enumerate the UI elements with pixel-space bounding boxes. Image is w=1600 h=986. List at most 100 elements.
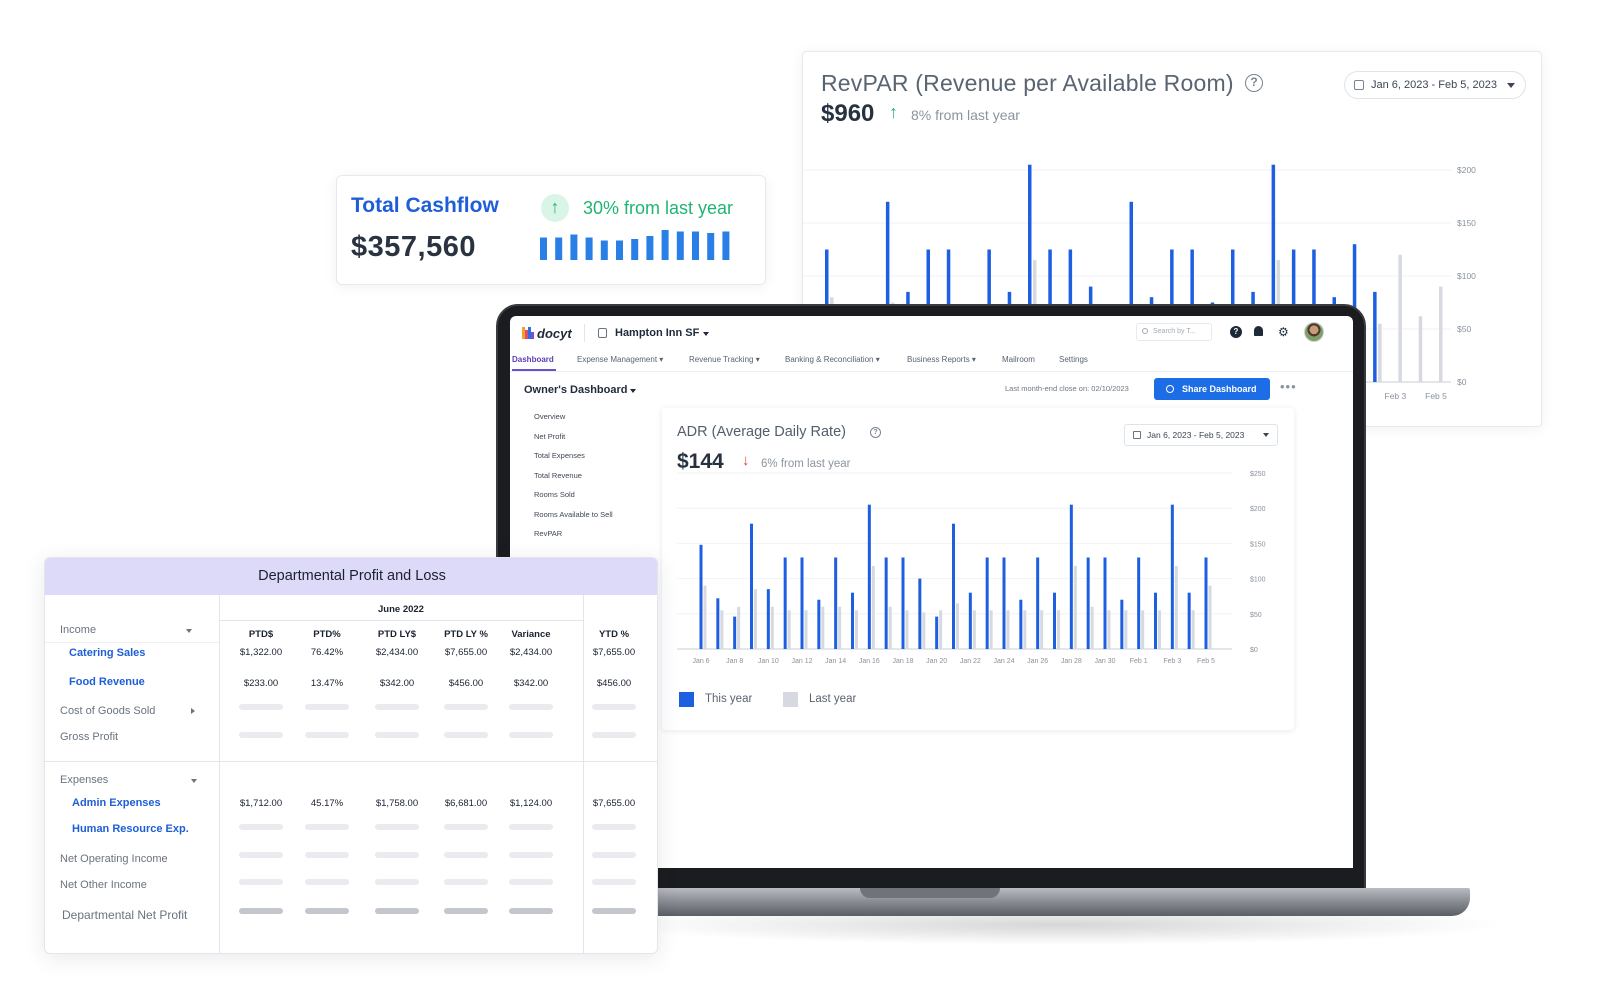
sidebar-item-net-profit[interactable]: Net Profit bbox=[534, 432, 565, 441]
revpar-value: $960 bbox=[821, 100, 875, 127]
pnl-placeholder-bar bbox=[592, 732, 636, 738]
pnl-cell-food-revenue: $342.00 bbox=[513, 678, 549, 689]
revpar-date-range-picker[interactable]: Jan 6, 2023 - Feb 5, 2023 bbox=[1344, 71, 1526, 99]
app-logo[interactable]: docyt bbox=[537, 326, 572, 341]
adr-bar-last-year bbox=[1023, 610, 1027, 649]
adr-bar-this-year bbox=[1053, 592, 1056, 649]
adr-x-tick: Jan 18 bbox=[892, 658, 913, 665]
adr-bar-this-year bbox=[1036, 557, 1040, 649]
adr-bar-last-year bbox=[770, 606, 774, 649]
chevron-down-icon[interactable] bbox=[191, 779, 197, 783]
adr-x-tick: Jan 22 bbox=[960, 658, 981, 665]
pnl-card: Departmental Profit and Loss June 2022 I… bbox=[44, 557, 658, 954]
nav-banking-reconciliation[interactable]: Banking & Reconciliation ▾ bbox=[785, 355, 880, 364]
revpar-y-tick: $50 bbox=[1457, 324, 1471, 334]
pnl-column-header[interactable]: PTD LY$ bbox=[362, 629, 432, 640]
adr-bar-last-year bbox=[804, 610, 808, 649]
sidebar-item-overview[interactable]: Overview bbox=[534, 412, 565, 421]
legend-swatch-this-year bbox=[679, 692, 694, 707]
cashflow-spark-bar bbox=[585, 237, 593, 260]
pnl-cell-food-revenue: $456.00 bbox=[448, 678, 484, 689]
calendar-icon bbox=[1354, 80, 1364, 90]
row-catering-sales[interactable]: Catering Sales bbox=[69, 647, 145, 659]
pnl-placeholder-bar bbox=[375, 879, 419, 885]
adr-bar-last-year bbox=[821, 606, 825, 649]
sidebar-item-revpar[interactable]: RevPAR bbox=[534, 529, 562, 538]
legend-this-year[interactable]: This year bbox=[705, 693, 752, 705]
adr-date-range-picker[interactable]: Jan 6, 2023 - Feb 5, 2023 bbox=[1124, 424, 1278, 446]
income-section-label[interactable]: Income bbox=[60, 624, 96, 636]
adr-date-range-label: Jan 6, 2023 - Feb 5, 2023 bbox=[1147, 430, 1245, 440]
adr-bar-this-year bbox=[834, 557, 838, 649]
adr-bar-this-year bbox=[783, 557, 787, 649]
cashflow-title: Total Cashflow bbox=[351, 194, 499, 217]
share-dashboard-button[interactable]: Share Dashboard bbox=[1154, 378, 1270, 400]
adr-x-tick: Jan 24 bbox=[993, 658, 1014, 665]
pnl-placeholder-bar bbox=[305, 732, 349, 738]
dashboard-selector[interactable]: Owner's Dashboard bbox=[524, 384, 627, 396]
revpar-bar-last-year bbox=[1418, 316, 1423, 382]
revpar-y-tick: $200 bbox=[1457, 165, 1476, 175]
adr-panel: ADR (Average Daily Rate) ? $144 ↓ 6% fro… bbox=[662, 408, 1294, 730]
pnl-placeholder-bar bbox=[444, 908, 488, 914]
avatar[interactable] bbox=[1304, 322, 1324, 342]
bell-icon[interactable] bbox=[1254, 326, 1263, 336]
nav-revenue-tracking[interactable]: Revenue Tracking ▾ bbox=[689, 355, 760, 364]
nav-mailroom[interactable]: Mailroom bbox=[1002, 355, 1035, 364]
sidebar-item-rooms-sold[interactable]: Rooms Sold bbox=[534, 490, 575, 499]
pnl-cell-catering-sales: $7,655.00 bbox=[592, 647, 636, 658]
pnl-column-header[interactable]: YTD % bbox=[579, 629, 649, 640]
pnl-column-header[interactable]: PTD LY % bbox=[431, 629, 501, 640]
adr-bar-last-year bbox=[855, 610, 858, 649]
chevron-down-icon[interactable] bbox=[186, 629, 192, 633]
row-food-revenue[interactable]: Food Revenue bbox=[69, 676, 145, 688]
gear-icon[interactable]: ⚙ bbox=[1278, 326, 1289, 338]
legend-last-year[interactable]: Last year bbox=[809, 693, 856, 705]
pnl-column-header[interactable]: PTD$ bbox=[226, 629, 296, 640]
pnl-column-header[interactable]: Variance bbox=[496, 629, 566, 640]
row-gross-profit: Gross Profit bbox=[60, 731, 119, 743]
adr-bar-this-year bbox=[1019, 599, 1023, 649]
adr-bar-this-year bbox=[985, 557, 989, 649]
revpar-bar-last-year bbox=[1439, 286, 1443, 382]
sidebar-item-rooms-available[interactable]: Rooms Available to Sell bbox=[534, 510, 613, 519]
pnl-column-header[interactable]: PTD% bbox=[292, 629, 362, 640]
pnl-cell-catering-sales: $2,434.00 bbox=[375, 647, 419, 658]
nav-business-reports[interactable]: Business Reports ▾ bbox=[907, 355, 976, 364]
business-selector[interactable]: Hampton Inn SF bbox=[615, 327, 699, 339]
pnl-placeholder-bar bbox=[375, 824, 419, 830]
help-icon[interactable]: ? bbox=[1245, 74, 1263, 92]
help-icon[interactable]: ? bbox=[1230, 326, 1242, 338]
adr-bar-this-year bbox=[867, 504, 871, 649]
sidebar-item-total-revenue[interactable]: Total Revenue bbox=[534, 471, 582, 480]
sidebar-item-total-expenses[interactable]: Total Expenses bbox=[534, 451, 585, 460]
search-input[interactable]: Search by T... bbox=[1136, 323, 1212, 341]
pnl-placeholder-bar bbox=[509, 732, 553, 738]
expenses-section-label[interactable]: Expenses bbox=[60, 774, 108, 786]
pnl-placeholder-bar bbox=[305, 824, 349, 830]
search-icon bbox=[1142, 328, 1148, 334]
nav-expense-management[interactable]: Expense Management ▾ bbox=[577, 355, 663, 364]
adr-bar-last-year bbox=[754, 589, 757, 649]
adr-chart: $250 $200 $150 $100 $50 $0 Jan 6 Jan 8 Jan 10 Jan… bbox=[677, 471, 1266, 665]
more-options-icon[interactable]: ••• bbox=[1280, 379, 1297, 394]
adr-bar-this-year bbox=[800, 557, 804, 649]
chevron-down-icon[interactable] bbox=[630, 389, 636, 393]
pnl-placeholder-bar bbox=[509, 879, 553, 885]
adr-bar-last-year bbox=[905, 610, 909, 649]
row-cost-of-goods-sold[interactable]: Cost of Goods Sold bbox=[60, 705, 155, 717]
chevron-right-icon[interactable] bbox=[191, 708, 195, 714]
row-human-resource[interactable]: Human Resource Exp. bbox=[72, 823, 189, 835]
nav-dashboard[interactable]: Dashboard bbox=[512, 355, 554, 364]
row-admin-expenses[interactable]: Admin Expenses bbox=[72, 797, 161, 809]
help-icon[interactable]: ? bbox=[870, 427, 881, 438]
chevron-down-icon[interactable] bbox=[703, 332, 709, 336]
revpar-y-tick: $100 bbox=[1457, 271, 1476, 281]
adr-bar-this-year bbox=[1137, 557, 1141, 649]
adr-bar-this-year bbox=[1103, 557, 1107, 649]
adr-bar-this-year bbox=[750, 523, 753, 649]
adr-bar-last-year bbox=[703, 585, 707, 649]
arrow-up-icon: ↑ bbox=[541, 194, 569, 222]
pnl-cell-catering-sales: 76.42% bbox=[310, 647, 344, 658]
nav-settings[interactable]: Settings bbox=[1059, 355, 1088, 364]
